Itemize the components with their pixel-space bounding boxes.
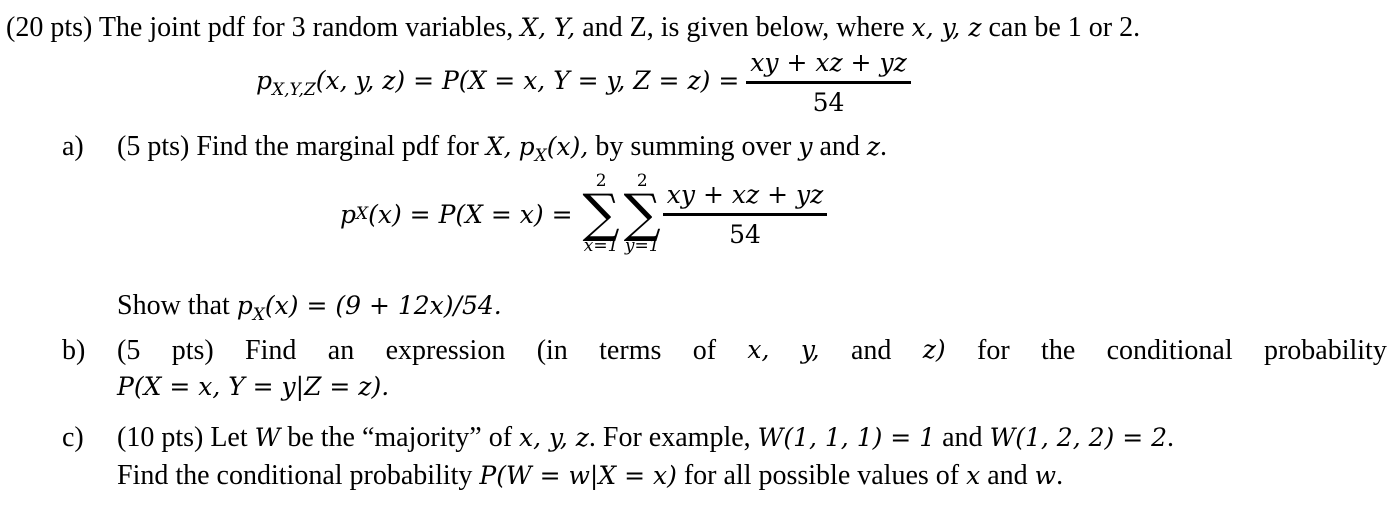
fraction-denominator: 54: [812, 88, 845, 117]
part-c-text: (10 pts) Let W be the “majority” of x, y…: [117, 422, 1175, 453]
fraction-denominator: 54: [729, 219, 761, 249]
problem-points: (20 pts): [6, 12, 93, 43]
sigma-symbol: ∑: [582, 183, 620, 244]
part-b-text: (5 pts) Find an expression (in terms of …: [117, 335, 1387, 366]
part-b-expression: P(X = x, Y = y|Z = z).: [117, 372, 390, 401]
problem-intro: (20 pts) The joint pdf for 3 random vari…: [6, 12, 1141, 43]
part-b-label: b): [62, 335, 86, 366]
fraction-numerator: xy + xz + yz: [746, 50, 911, 84]
show-that-line: Show that pX(x) = (9 + 12x)/54.: [117, 290, 502, 325]
fraction-numerator: xy + xz + yz: [662, 182, 828, 216]
summation-y: 2 ∑ y=1: [623, 171, 661, 257]
joint-pdf-equation: pX,Y,Z(x, y, z) = P(X = x, Y = y, Z = z)…: [256, 50, 911, 115]
summation-x: 2 ∑ x=1: [582, 171, 620, 257]
joint-pdf-fraction: xy + xz + yz 54: [746, 50, 911, 117]
part-a-text: (5 pts) Find the marginal pdf for X, pX(…: [117, 131, 888, 166]
marginal-equation: p X (x) = P(X = x) = 2 ∑ x=1 2 ∑ y=1 xy + …: [340, 171, 828, 257]
part-a-label: a): [62, 131, 84, 162]
part-c-text-line-2: Find the conditional probability P(W = w…: [117, 460, 1064, 491]
marginal-fraction: xy + xz + yz 54: [662, 182, 828, 249]
part-c-label: c): [62, 422, 84, 453]
sigma-symbol: ∑: [623, 183, 661, 244]
